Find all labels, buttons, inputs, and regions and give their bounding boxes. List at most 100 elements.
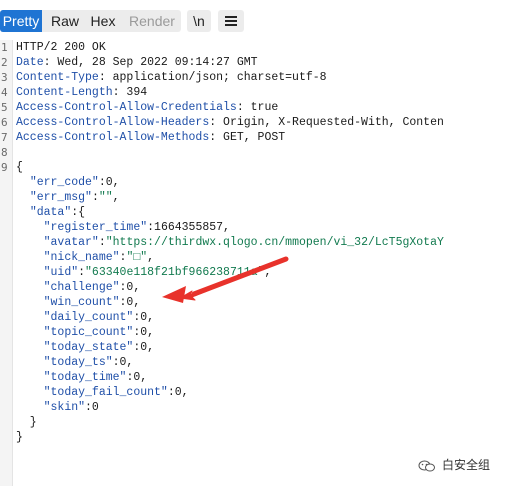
code-token: : 394 (112, 86, 148, 99)
line-number: 5 (1, 101, 8, 114)
code-line: "err_code":0, (16, 175, 120, 190)
line-number: 6 (1, 116, 8, 129)
line-number: 7 (1, 131, 8, 144)
code-line: "daily_count":0, (16, 310, 154, 325)
tab-pretty[interactable]: Pretty (0, 10, 42, 32)
code-token: { (16, 161, 23, 174)
code-token: "daily_count" (43, 311, 134, 324)
code-line: "today_fail_count":0, (16, 385, 189, 400)
code-token: , (264, 266, 272, 279)
response-editor[interactable]: 123456789 HTTP/2 200 OK Date: Wed, 28 Sep… (0, 40, 507, 486)
code-token: HTTP/2 200 OK (16, 41, 106, 54)
code-line: "skin":0 (16, 400, 99, 415)
line-number: 8 (1, 146, 8, 159)
response-toolbar: Pretty Raw Hex Render \n (0, 0, 507, 40)
code-token: : Origin, X-Requested-With, Conten (209, 116, 444, 129)
code-token: : (78, 266, 86, 279)
code-token: : application/json; charset=utf-8 (98, 71, 327, 84)
wechat-icon (418, 460, 435, 472)
code-token: Access-Control-Allow-Headers (16, 116, 210, 129)
code-token: "today_fail_count" (43, 386, 168, 399)
code-line: } (16, 430, 23, 445)
code-line: { (16, 160, 23, 175)
code-token: Content-Length (16, 86, 113, 99)
code-token: "win_count" (43, 296, 120, 309)
tab-raw[interactable]: Raw (47, 10, 83, 32)
hamburger-menu-icon (225, 16, 237, 26)
code-token: Date (16, 56, 44, 69)
line-number: 2 (1, 56, 8, 69)
code-token: "uid" (43, 266, 79, 279)
code-token: :0, (119, 296, 141, 309)
code-token: :0, (133, 341, 155, 354)
line-number-gutter: 1 2 3 4 5 6 7 8 9 (0, 40, 13, 486)
code-line: "nick_name":"□", (16, 250, 154, 265)
code-token: "https://thirdwx.qlogo.cn/mmopen/vi_32/L… (105, 236, 444, 249)
code-token: "□" (126, 251, 148, 264)
menu-button[interactable] (218, 10, 244, 32)
code-token: "today_state" (43, 341, 134, 354)
code-token: "topic_count" (43, 326, 134, 339)
newline-toggle-button[interactable]: \n (187, 10, 211, 32)
tab-render[interactable]: Render (124, 10, 180, 32)
code-token: : true (236, 101, 279, 114)
code-token: :0, (98, 176, 120, 189)
code-token: : (91, 191, 99, 204)
code-token: Access-Control-Allow-Methods (16, 131, 210, 144)
code-token: :0, (112, 356, 134, 369)
code-line: "today_state":0, (16, 340, 154, 355)
code-token: "data" (29, 206, 72, 219)
code-line: Content-Type: application/json; charset=… (16, 70, 327, 85)
code-line: "topic_count":0, (16, 325, 154, 340)
code-token: , (112, 191, 120, 204)
code-token: "skin" (43, 401, 86, 414)
code-line: Access-Control-Allow-Credentials: true (16, 100, 278, 115)
code-token: :1664355857, (147, 221, 230, 234)
code-token: "register_time" (43, 221, 148, 234)
code-token: "avatar" (43, 236, 99, 249)
code-line: Content-Length: 394 (16, 85, 147, 100)
code-token: } (16, 416, 37, 429)
watermark-text: 白安全组 (442, 458, 491, 472)
code-line: Access-Control-Allow-Methods: GET, POST (16, 130, 285, 145)
code-token: "" (98, 191, 113, 204)
code-token: : GET, POST (209, 131, 286, 144)
code-token: : (98, 236, 106, 249)
code-line: "data":{ (16, 205, 85, 220)
code-token: :0, (126, 371, 148, 384)
code-line: "today_time":0, (16, 370, 148, 385)
code-token: Access-Control-Allow-Credentials (16, 101, 237, 114)
line-number: 3 (1, 71, 8, 84)
code-token: "nick_name" (43, 251, 120, 264)
code-line: Access-Control-Allow-Headers: Origin, X-… (16, 115, 444, 130)
code-token: "err_msg" (29, 191, 92, 204)
line-number: 1 (1, 41, 8, 54)
code-line: "register_time":1664355857, (16, 220, 230, 235)
code-token: , (147, 251, 155, 264)
code-line: "challenge":0, (16, 280, 141, 295)
code-token: "err_code" (29, 176, 99, 189)
tab-hex[interactable]: Hex (86, 10, 120, 32)
code-token: : Wed, 28 Sep 2022 09:14:27 GMT (43, 56, 258, 69)
code-token: "challenge" (43, 281, 120, 294)
code-token: "today_time" (43, 371, 127, 384)
code-line: "uid":"63340e118f21bf966238711a", (16, 265, 272, 280)
code-token: :0, (167, 386, 189, 399)
code-line: "avatar":"https://thirdwx.qlogo.cn/mmope… (16, 235, 444, 250)
code-line: Date: Wed, 28 Sep 2022 09:14:27 GMT (16, 55, 258, 70)
